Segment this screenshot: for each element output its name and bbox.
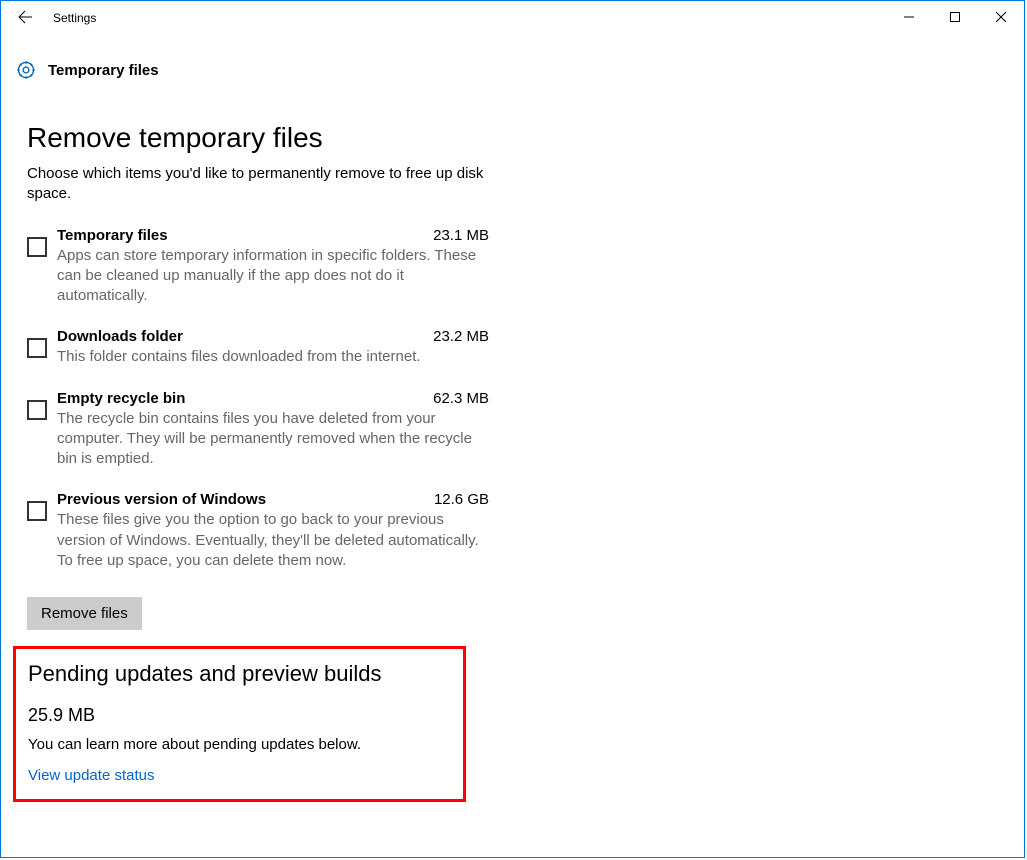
item-title: Downloads folder [57, 328, 183, 345]
maximize-icon [950, 12, 960, 22]
pending-updates-section: Pending updates and preview builds 25.9 … [13, 646, 466, 802]
window-title: Settings [49, 9, 96, 25]
item-size: 62.3 MB [433, 390, 489, 407]
list-item: Previous version of Windows 12.6 GB Thes… [27, 491, 489, 571]
back-button[interactable] [1, 1, 49, 33]
item-desc: The recycle bin contains files you have … [57, 409, 489, 470]
item-title: Temporary files [57, 227, 168, 244]
pending-title: Pending updates and preview builds [28, 661, 453, 687]
page-title: Temporary files [48, 62, 159, 79]
page-header: Temporary files [1, 33, 1024, 82]
close-icon [996, 12, 1006, 22]
item-title: Empty recycle bin [57, 390, 185, 407]
item-title: Previous version of Windows [57, 491, 266, 508]
titlebar: Settings [1, 1, 1024, 33]
pending-size: 25.9 MB [28, 705, 453, 726]
section-intro: Choose which items you'd like to permane… [27, 164, 489, 205]
remove-files-button[interactable]: Remove files [27, 597, 142, 630]
checkbox-recycle-bin[interactable] [27, 400, 47, 420]
list-item: Empty recycle bin 62.3 MB The recycle bi… [27, 390, 489, 470]
list-item: Temporary files 23.1 MB Apps can store t… [27, 227, 489, 307]
checkbox-previous-windows[interactable] [27, 501, 47, 521]
item-size: 23.2 MB [433, 328, 489, 345]
item-desc: Apps can store temporary information in … [57, 246, 489, 307]
item-size: 23.1 MB [433, 227, 489, 244]
close-button[interactable] [978, 1, 1024, 33]
gear-icon [14, 58, 38, 82]
item-size: 12.6 GB [434, 491, 489, 508]
view-update-status-link[interactable]: View update status [28, 767, 154, 784]
item-desc: This folder contains files downloaded fr… [57, 347, 489, 367]
maximize-button[interactable] [932, 1, 978, 33]
list-item: Downloads folder 23.2 MB This folder con… [27, 328, 489, 367]
minimize-button[interactable] [886, 1, 932, 33]
back-arrow-icon [17, 9, 33, 25]
pending-desc: You can learn more about pending updates… [28, 736, 453, 753]
section-heading: Remove temporary files [27, 122, 489, 154]
minimize-icon [904, 12, 914, 22]
item-desc: These files give you the option to go ba… [57, 510, 489, 571]
checkbox-temporary-files[interactable] [27, 237, 47, 257]
checkbox-downloads[interactable] [27, 338, 47, 358]
